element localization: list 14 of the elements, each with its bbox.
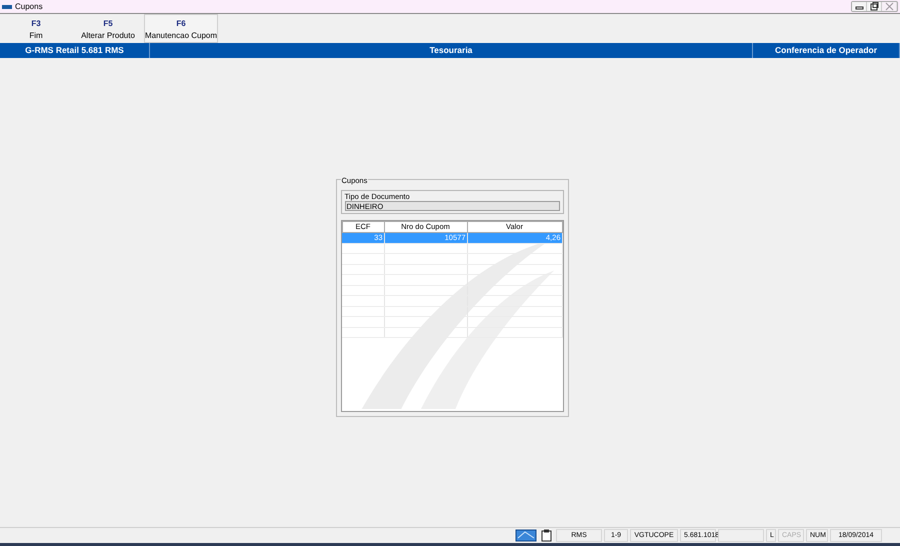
window-title: Cupons: [15, 0, 43, 12]
toolbar-button[interactable]: F3 Fim: [0, 14, 72, 43]
restore-icon: [870, 2, 878, 11]
app-icon: [2, 4, 12, 10]
clipboard-icon[interactable]: [541, 529, 552, 542]
screen-title: Conferencia de Operador: [753, 43, 900, 58]
toolbar-button[interactable]: F5 Alterar Produto: [72, 14, 144, 43]
app-version-label: G-RMS Retail 5.681 RMS: [0, 43, 150, 58]
minimize-button[interactable]: [852, 2, 867, 11]
module-title: Tesouraria: [150, 43, 753, 58]
network-icon[interactable]: [515, 529, 537, 542]
close-icon: [884, 2, 894, 11]
restore-button[interactable]: [867, 2, 882, 11]
toolbar-button[interactable]: F6 Manutencao Cupom: [144, 14, 218, 43]
